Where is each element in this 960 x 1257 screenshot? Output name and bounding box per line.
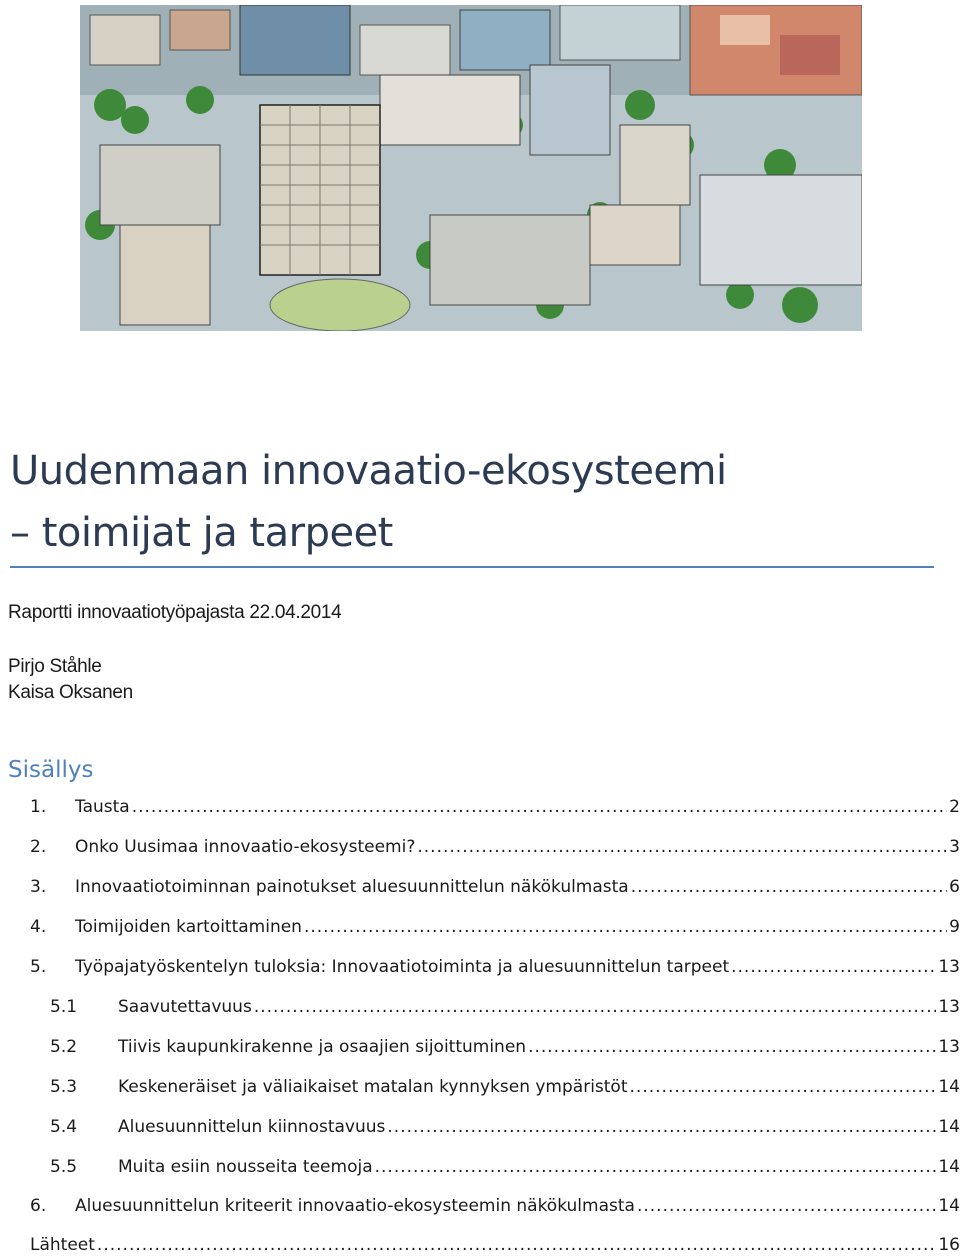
toc-entry-3[interactable]: 3. Innovaatiotoiminnan painotukset alues… — [0, 875, 960, 899]
author-list: Pirjo Ståhle Kaisa Oksanen — [8, 654, 133, 706]
toc-label: Lähteet — [30, 1235, 95, 1255]
toc-leader: ........................................… — [636, 1196, 936, 1216]
toc-line: Saavutettavuus .........................… — [118, 995, 960, 1019]
toc-number: 5.2 — [50, 1037, 78, 1057]
toc-leader: ........................................… — [253, 997, 937, 1017]
toc-label: Työpajatyöskentelyn tuloksia: Innovaatio… — [75, 957, 730, 977]
toc-page: 14 — [938, 1196, 960, 1216]
toc-line: Keskeneräiset ja väliaikaiset matalan ky… — [118, 1075, 960, 1099]
toc-leader: ........................................… — [387, 1117, 936, 1137]
toc-label: Onko Uusimaa innovaatio-ekosysteemi? — [75, 837, 416, 857]
toc-leader: ........................................… — [96, 1235, 936, 1255]
title-divider — [10, 566, 934, 568]
toc-leader: ........................................… — [630, 877, 948, 897]
toc-label: Keskeneräiset ja väliaikaiset matalan ky… — [118, 1077, 628, 1097]
toc-number: 3. — [30, 877, 47, 897]
toc-leader: ........................................… — [131, 797, 947, 817]
toc-page: 16 — [938, 1235, 960, 1255]
toc-leader: ........................................… — [629, 1077, 937, 1097]
toc-leader: ........................................… — [417, 837, 947, 857]
toc-page: 13 — [938, 1037, 960, 1057]
toc-label: Aluesuunnittelun kriteerit innovaatio-ek… — [75, 1196, 635, 1216]
toc-page: 14 — [938, 1157, 960, 1177]
toc-label: Muita esiin nousseita teemoja — [118, 1157, 373, 1177]
toc-label: Saavutettavuus — [118, 997, 252, 1017]
toc-heading: Sisällys — [8, 757, 94, 783]
toc-entry-5-1[interactable]: 5.1 Saavutettavuus .....................… — [0, 995, 960, 1019]
toc-page: 13 — [938, 997, 960, 1017]
toc-line: Lähteet ................................… — [30, 1233, 960, 1257]
toc-page: 14 — [938, 1077, 960, 1097]
toc-leader: ........................................… — [528, 1037, 937, 1057]
toc-label: Aluesuunnittelun kiinnostavuus — [118, 1117, 386, 1137]
toc-line: Onko Uusimaa innovaatio-ekosysteemi? ...… — [75, 835, 960, 859]
toc-entry-5-3[interactable]: 5.3 Keskeneräiset ja väliaikaiset matala… — [0, 1075, 960, 1099]
cover-image — [80, 5, 862, 331]
toc-line: Tiivis kaupunkirakenne ja osaajien sijoi… — [118, 1035, 960, 1059]
toc-number: 4. — [30, 917, 47, 937]
toc-entry-6[interactable]: 6. Aluesuunnittelun kriteerit innovaatio… — [0, 1194, 960, 1218]
toc-page: 14 — [938, 1117, 960, 1137]
toc-number: 5. — [30, 957, 47, 977]
toc-line: Toimijoiden kartoittaminen .............… — [75, 915, 960, 939]
toc-number: 2. — [30, 837, 47, 857]
toc-number: 5.5 — [50, 1157, 78, 1177]
document-title: Uudenmaan innovaatio-ekosysteemi – toimi… — [10, 440, 950, 564]
toc-page: 2 — [949, 797, 960, 817]
toc-line: Työpajatyöskentelyn tuloksia: Innovaatio… — [75, 955, 960, 979]
toc-entry-5-2[interactable]: 5.2 Tiivis kaupunkirakenne ja osaajien s… — [0, 1035, 960, 1059]
toc-entry-5-5[interactable]: 5.5 Muita esiin nousseita teemoja ......… — [0, 1155, 960, 1179]
toc-line: Innovaatiotoiminnan painotukset aluesuun… — [75, 875, 960, 899]
toc-leader: ........................................… — [374, 1157, 937, 1177]
toc-label: Toimijoiden kartoittaminen — [75, 917, 302, 937]
toc-label: Tiivis kaupunkirakenne ja osaajien sijoi… — [118, 1037, 527, 1057]
toc-label: Innovaatiotoiminnan painotukset aluesuun… — [75, 877, 629, 897]
title-line-1: Uudenmaan innovaatio-ekosysteemi — [10, 448, 727, 494]
toc-number: 6. — [30, 1196, 47, 1216]
report-subtitle: Raportti innovaatiotyöpajasta 22.04.2014 — [8, 602, 342, 623]
toc-page: 3 — [949, 837, 960, 857]
toc-line: Aluesuunnittelun kriteerit innovaatio-ek… — [75, 1194, 960, 1218]
toc-entry-references[interactable]: Lähteet ................................… — [0, 1233, 960, 1257]
toc-page: 6 — [949, 877, 960, 897]
toc-entry-2[interactable]: 2. Onko Uusimaa innovaatio-ekosysteemi? … — [0, 835, 960, 859]
title-line-2: – toimijat ja tarpeet — [10, 510, 393, 556]
toc-line: Aluesuunnittelun kiinnostavuus .........… — [118, 1115, 960, 1139]
toc-line: Muita esiin nousseita teemoja ..........… — [118, 1155, 960, 1179]
toc-entry-4[interactable]: 4. Toimijoiden kartoittaminen ..........… — [0, 915, 960, 939]
toc-number: 5.1 — [50, 997, 78, 1017]
toc-label: Tausta — [75, 797, 130, 817]
author-name: Pirjo Ståhle — [8, 656, 102, 677]
toc-entry-5-4[interactable]: 5.4 Aluesuunnittelun kiinnostavuus .....… — [0, 1115, 960, 1139]
toc-entry-1[interactable]: 1. Tausta ..............................… — [0, 795, 960, 819]
toc-page: 13 — [938, 957, 960, 977]
toc-leader: ........................................… — [303, 917, 948, 937]
toc-leader: ........................................… — [731, 957, 937, 977]
toc-number: 1. — [30, 797, 47, 817]
toc-entry-5[interactable]: 5. Työpajatyöskentelyn tuloksia: Innovaa… — [0, 955, 960, 979]
toc-page: 9 — [949, 917, 960, 937]
toc-number: 5.4 — [50, 1117, 78, 1137]
toc-line: Tausta .................................… — [75, 795, 960, 819]
author-name: Kaisa Oksanen — [8, 682, 133, 703]
toc-number: 5.3 — [50, 1077, 78, 1097]
